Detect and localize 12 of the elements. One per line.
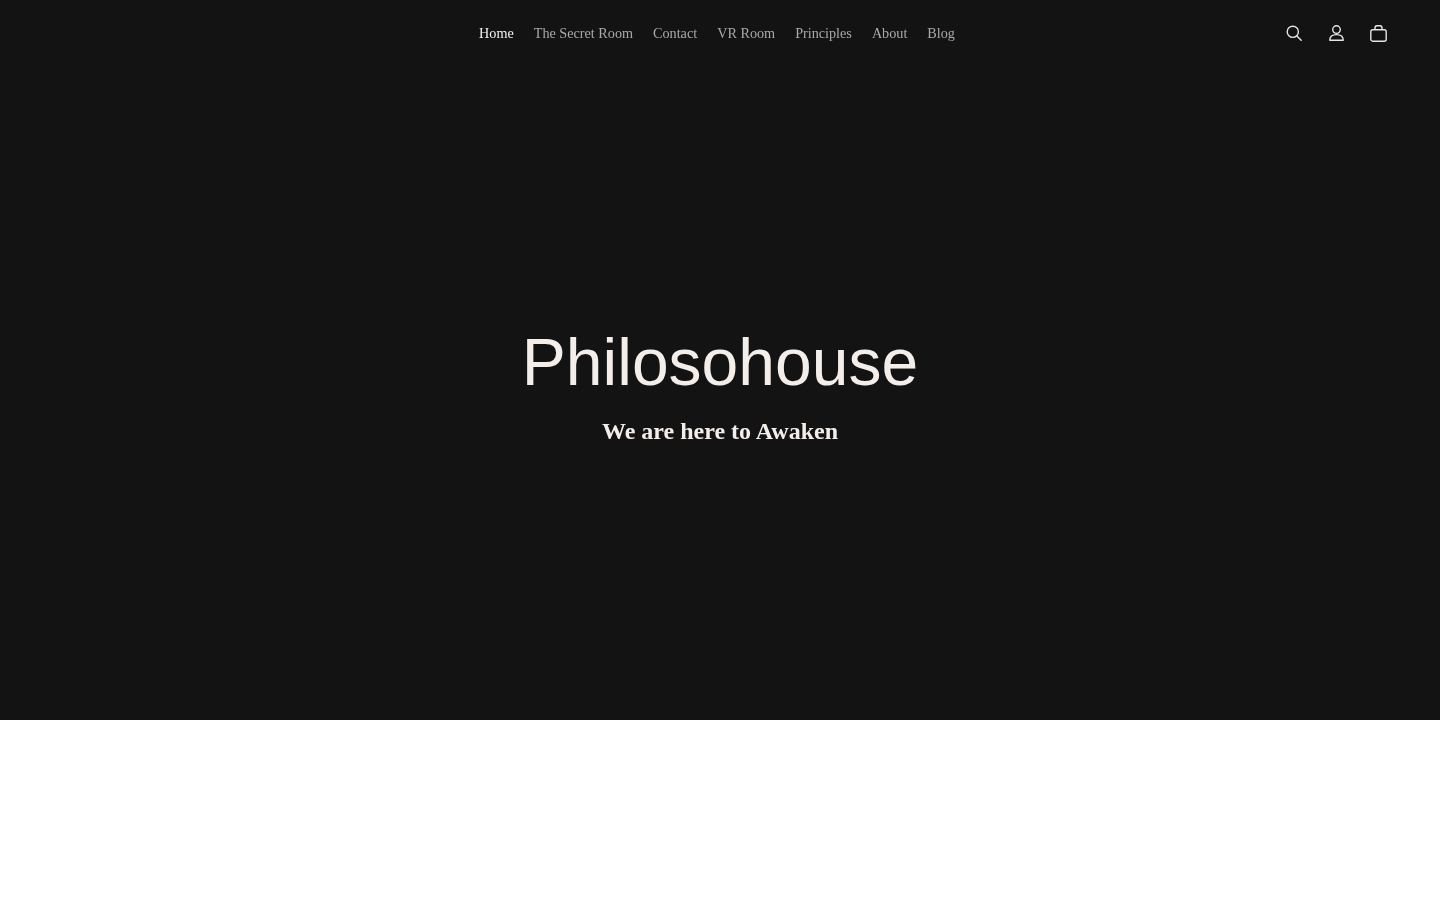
nav-link[interactable]: The Secret Room [523,18,644,48]
nav-link[interactable]: VR Room [707,18,786,48]
hero-subtitle: We are here to Awaken [602,417,838,446]
nav-link[interactable]: Home [469,18,524,48]
user-icon [1328,25,1344,41]
nav-link[interactable]: About [861,18,918,48]
search-icon [1286,25,1302,41]
nav-link[interactable]: Principles [785,18,862,48]
hero-title: Philosohouse [521,324,919,401]
nav-link[interactable]: Contact [643,18,708,48]
nav-link[interactable]: Blog [917,18,965,48]
bag-icon [1369,24,1387,42]
